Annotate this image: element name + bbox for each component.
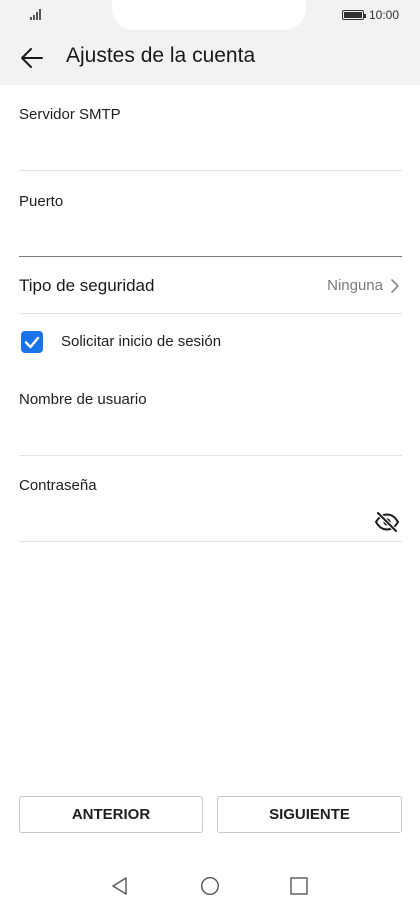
chevron-right-icon: [390, 278, 400, 294]
smtp-divider: [19, 170, 402, 171]
security-type-label: Tipo de seguridad: [19, 276, 155, 295]
security-divider: [19, 313, 402, 314]
password-label: Contraseña: [19, 477, 97, 494]
password-divider: [19, 541, 402, 542]
password-input[interactable]: [19, 504, 364, 540]
camera-notch: [112, 0, 306, 30]
triangle-back-icon[interactable]: [110, 876, 130, 896]
security-type-value: Ninguna: [327, 277, 383, 294]
checkmark-icon: [24, 336, 40, 349]
username-input[interactable]: [19, 418, 402, 454]
arrow-left-icon[interactable]: [18, 44, 46, 72]
port-divider: [19, 256, 402, 257]
security-type-row[interactable]: Tipo de seguridad Ninguna: [0, 258, 420, 313]
page-title: Ajustes de la cuenta: [66, 44, 256, 67]
login-required-label: Solicitar inicio de sesión: [61, 333, 222, 350]
port-input[interactable]: [19, 219, 402, 255]
signal-icon: [30, 8, 44, 20]
next-button[interactable]: SIGUIENTE: [217, 796, 402, 833]
smtp-server-label: Servidor SMTP: [19, 106, 121, 123]
square-recent-icon[interactable]: [289, 876, 309, 896]
app-header: Ajustes de la cuenta: [0, 30, 420, 85]
previous-button[interactable]: ANTERIOR: [19, 796, 203, 833]
circle-home-icon[interactable]: [200, 876, 220, 896]
smtp-server-input[interactable]: [19, 133, 402, 169]
battery-icon: [342, 10, 366, 20]
login-required-checkbox[interactable]: [21, 331, 43, 353]
eye-off-icon[interactable]: [374, 511, 400, 533]
system-nav-bar: [0, 865, 420, 910]
username-divider: [19, 455, 402, 456]
username-label: Nombre de usuario: [19, 391, 147, 408]
status-time: 10:00: [369, 8, 400, 22]
status-bar: 10:00: [0, 0, 420, 30]
port-label: Puerto: [19, 193, 64, 210]
